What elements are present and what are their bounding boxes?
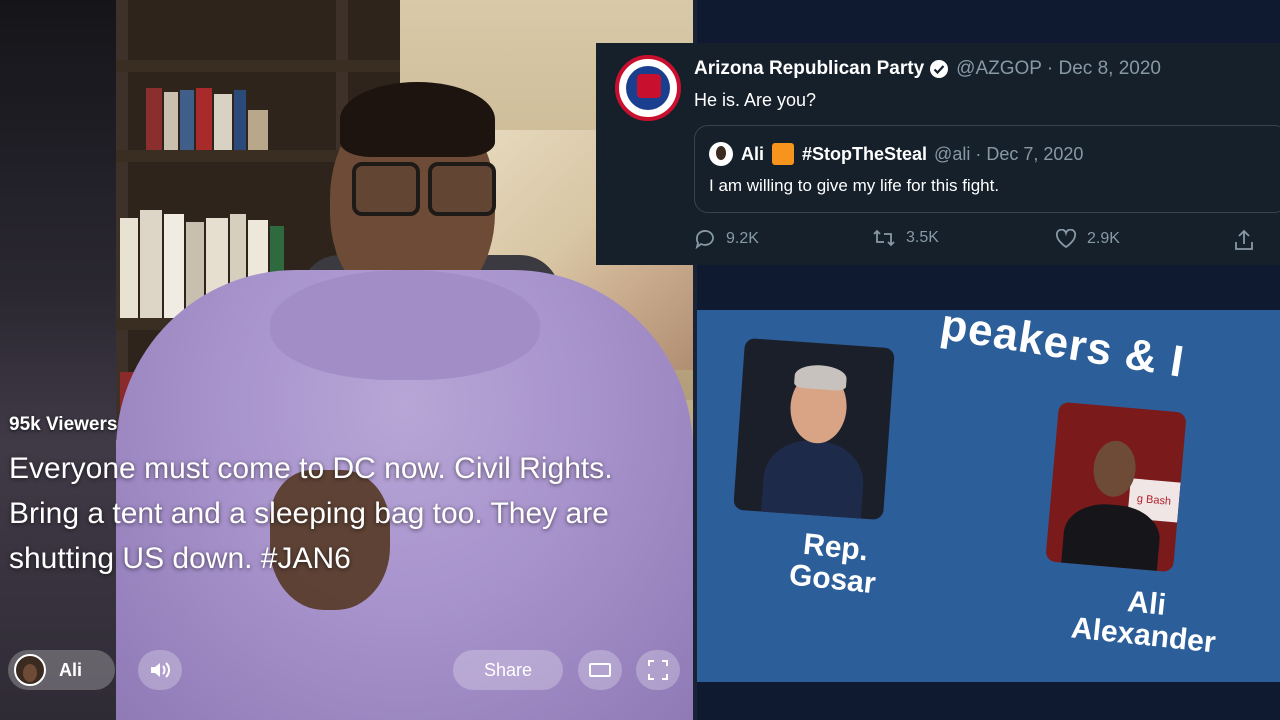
share-icon <box>1235 229 1253 250</box>
speaker-name-alexander: Ali Alexander <box>1069 585 1218 660</box>
quoted-hashtag: #StopTheSteal <box>802 143 928 164</box>
stream-caption: Everyone must come to DC now. Civil Righ… <box>9 452 613 575</box>
speaker-photo-alexander: g Bash <box>1045 401 1187 573</box>
speakers-slide: peakers & I Rep. Gosar g Bash Ali Alexan… <box>697 310 1280 682</box>
share-tweet-button[interactable] <box>1234 229 1264 251</box>
avatar <box>14 654 46 686</box>
retweet-button[interactable]: 3.5K <box>872 229 939 247</box>
avatar <box>709 142 733 166</box>
avatar[interactable] <box>615 55 681 121</box>
like-count: 2.9K <box>1087 230 1120 247</box>
screen-icon <box>589 663 611 677</box>
left-gradient-bar <box>0 0 116 720</box>
quoted-author-name: Ali <box>741 143 765 164</box>
speaker-name-gosar: Rep. Gosar <box>787 527 878 601</box>
tweet-text: He is. Are you? <box>694 90 817 110</box>
tweet-actions: 9.2K 3.5K 2.9K <box>694 229 1254 253</box>
quoted-tweet[interactable]: Ali #StopTheSteal @ali · Dec 7, 2020 I a… <box>694 125 1280 213</box>
heart-icon <box>1055 229 1077 249</box>
quoted-tweet-header: Ali #StopTheSteal @ali · Dec 7, 2020 <box>709 142 1083 166</box>
tweet-author-name[interactable]: Arizona Republican Party <box>694 58 924 80</box>
retweet-icon <box>873 229 895 247</box>
retweet-count: 3.5K <box>906 229 939 246</box>
fullscreen-icon <box>648 660 668 680</box>
slide-title: peakers & I <box>937 310 1188 387</box>
speaker-photo-gosar <box>733 337 895 521</box>
tweet-handle-date: @AZGOP · Dec 8, 2020 <box>956 58 1161 79</box>
screen-mode-button[interactable] <box>578 650 622 690</box>
fullscreen-button[interactable] <box>636 650 680 690</box>
reply-button[interactable]: 9.2K <box>694 229 759 249</box>
host-name: Ali <box>59 659 83 680</box>
glasses <box>352 162 496 216</box>
reply-count: 9.2K <box>726 230 759 247</box>
livestream-view: 95k Viewers Everyone must come to DC now… <box>0 0 693 720</box>
hair <box>340 82 495 157</box>
quoted-handle-date: @ali · Dec 7, 2020 <box>934 143 1084 164</box>
volume-button[interactable] <box>138 650 182 690</box>
volume-icon <box>151 662 170 678</box>
orange-square-icon <box>772 143 795 165</box>
hood <box>270 270 540 380</box>
tweet-header: Arizona Republican Party @AZGOP · Dec 8,… <box>694 58 1161 80</box>
like-button[interactable]: 2.9K <box>1055 229 1120 249</box>
reply-icon <box>695 230 714 249</box>
quoted-text: I am willing to give my life for this fi… <box>709 176 1000 195</box>
share-button[interactable]: Share <box>453 650 563 690</box>
viewer-count: 95k Viewers <box>9 414 118 435</box>
verified-icon <box>930 60 949 78</box>
host-profile-button[interactable]: Ali <box>8 650 115 690</box>
tweet-card[interactable]: Arizona Republican Party @AZGOP · Dec 8,… <box>596 43 1280 265</box>
